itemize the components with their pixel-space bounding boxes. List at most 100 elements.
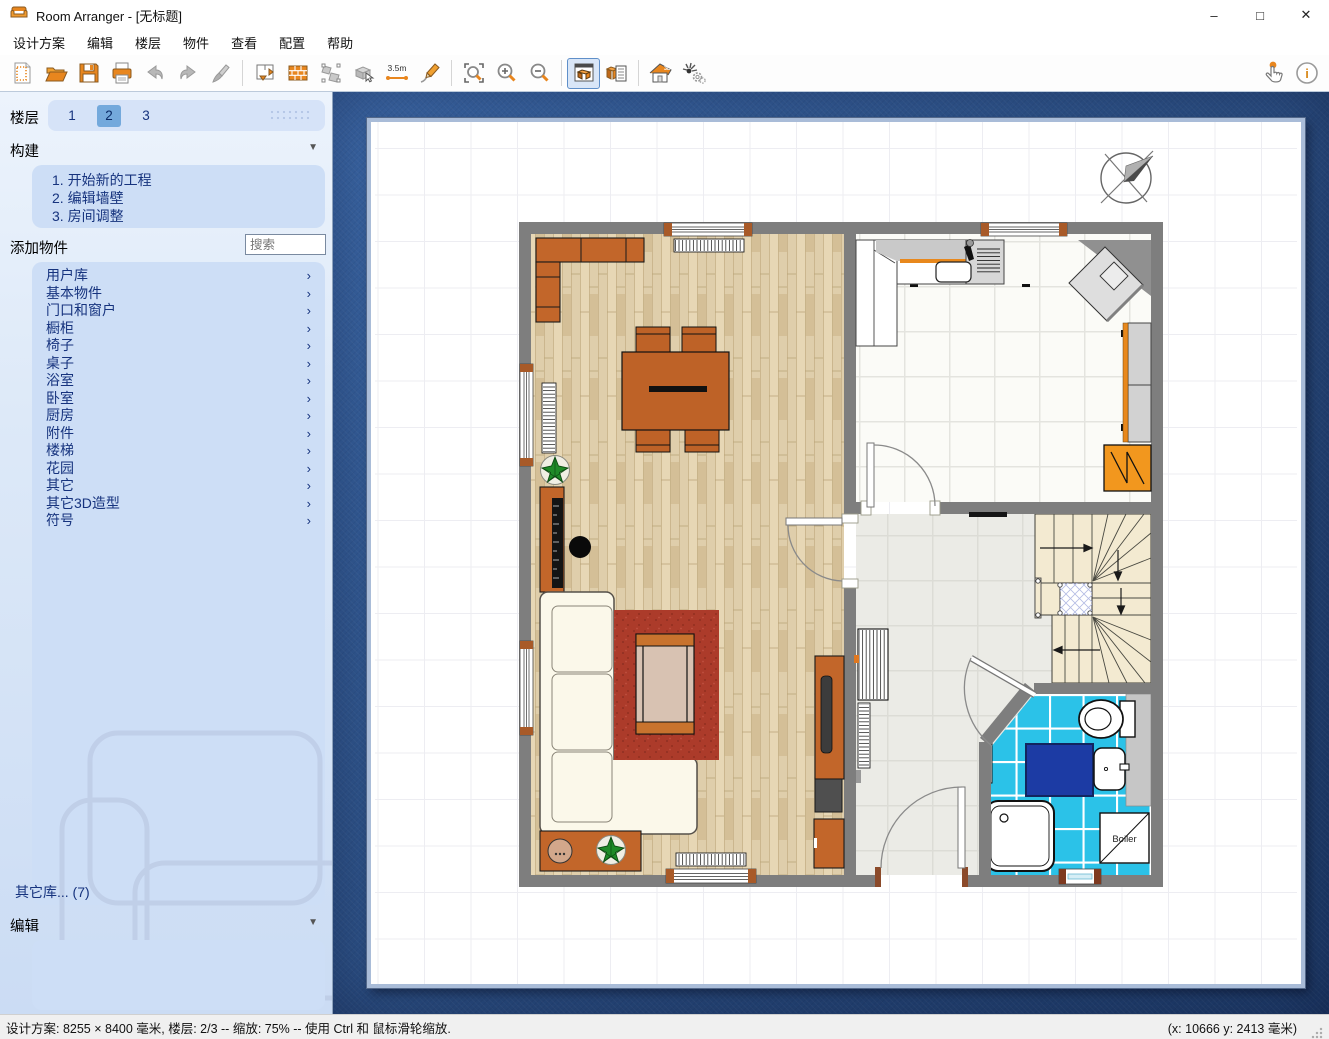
drawing-page[interactable]: Boiler (367, 118, 1305, 988)
category-doors-windows[interactable]: 门口和窗户› (32, 302, 325, 320)
pouf[interactable] (548, 839, 572, 863)
window-bottom-living[interactable] (666, 869, 756, 883)
category-other[interactable]: 其它› (32, 477, 325, 495)
av-box[interactable] (815, 779, 842, 812)
house-3d-button[interactable]: 3D (644, 58, 677, 89)
menu-floor[interactable]: 楼层 (124, 30, 172, 55)
staircase[interactable] (1035, 514, 1151, 683)
window-top-living[interactable] (664, 223, 752, 236)
measure-button[interactable]: 3.5m (380, 58, 413, 89)
menu-view[interactable]: 查看 (220, 30, 268, 55)
wall-bathroom-top[interactable] (1034, 683, 1151, 694)
undo-button[interactable] (138, 58, 171, 89)
floor-plan: Boiler (371, 122, 1301, 984)
maximize-button[interactable]: □ (1237, 0, 1283, 30)
category-chairs[interactable]: 椅子› (32, 337, 325, 355)
object-properties-button[interactable] (600, 58, 633, 89)
resize-grip[interactable] (1311, 1027, 1323, 1039)
window-top-kitchen[interactable] (981, 223, 1067, 236)
washbasin[interactable] (1094, 748, 1129, 790)
window-left-lower[interactable] (520, 641, 533, 735)
shower-tray[interactable] (986, 801, 1054, 871)
toolbar-separator (638, 60, 639, 86)
category-other-3d-shapes[interactable]: 其它3D造型› (32, 495, 325, 513)
category-stairs[interactable]: 楼梯› (32, 442, 325, 460)
bookshelf[interactable] (540, 487, 564, 592)
stool[interactable] (569, 536, 591, 558)
window-bottom-bathroom[interactable] (1059, 869, 1101, 884)
select-objects-button[interactable] (314, 58, 347, 89)
plant-upper[interactable] (541, 456, 570, 485)
beam-mark (969, 512, 1007, 517)
save-design-button[interactable] (72, 58, 105, 89)
radiator-top[interactable] (674, 239, 744, 252)
build-step-new-project[interactable]: 1. 开始新的工程 (52, 171, 325, 189)
menu-design[interactable]: 设计方案 (2, 30, 76, 55)
zoom-out-button[interactable] (523, 58, 556, 89)
redo-button[interactable] (171, 58, 204, 89)
floor-tab-2[interactable]: 2 (97, 105, 121, 127)
search-input[interactable] (245, 234, 326, 255)
draw-button[interactable] (413, 58, 446, 89)
category-tables[interactable]: 桌子› (32, 355, 325, 373)
collapse-build-icon[interactable]: ▼ (308, 142, 318, 153)
brick-wall-icon (286, 61, 310, 85)
edit-walls-button[interactable] (248, 58, 281, 89)
category-accessories[interactable]: 附件› (32, 425, 325, 443)
other-libraries-link[interactable]: 其它库... (7) (15, 882, 90, 902)
kitchen-right-cabinets[interactable] (1123, 323, 1151, 442)
bathtub[interactable] (1026, 744, 1093, 796)
menu-help[interactable]: 帮助 (316, 30, 364, 55)
wall-right[interactable] (1151, 222, 1163, 887)
effects-button[interactable] (677, 58, 710, 89)
fridge[interactable] (1104, 445, 1151, 491)
category-symbols[interactable]: 符号› (32, 512, 325, 530)
toilet[interactable] (1079, 700, 1135, 738)
save-floppy-icon (77, 61, 101, 85)
wall-bathroom-left[interactable] (979, 742, 991, 875)
window-left-upper[interactable] (520, 364, 533, 466)
wall-living-hall[interactable] (844, 585, 856, 875)
zoom-all-button[interactable] (457, 58, 490, 89)
zoom-in-button[interactable] (490, 58, 523, 89)
menu-options[interactable]: 配置 (268, 30, 316, 55)
menu-edit[interactable]: 编辑 (76, 30, 124, 55)
category-bedroom[interactable]: 卧室› (32, 390, 325, 408)
wall-left[interactable] (519, 222, 531, 887)
minimize-button[interactable]: – (1191, 0, 1237, 30)
category-basic-objects[interactable]: 基本物件› (32, 285, 325, 303)
wall-tool-button[interactable] (281, 58, 314, 89)
radiator-hallway[interactable] (854, 629, 888, 700)
print-button[interactable] (105, 58, 138, 89)
wall-kitchen-hall[interactable] (934, 502, 1151, 514)
build-step-adjust-rooms[interactable]: 3. 房间调整 (52, 207, 325, 225)
tv-cabinet[interactable] (814, 656, 844, 868)
floor-tab-3[interactable]: 3 (134, 105, 158, 127)
menu-object[interactable]: 物件 (172, 30, 220, 55)
collapse-edit-icon[interactable]: ▼ (308, 917, 318, 928)
format-painter-button[interactable] (204, 58, 237, 89)
category-bathroom[interactable]: 浴室› (32, 372, 325, 390)
radiator-bottom[interactable] (676, 853, 746, 866)
view-3d-button[interactable] (567, 58, 600, 89)
category-cabinets[interactable]: 橱柜› (32, 320, 325, 338)
pointer-mode-button[interactable] (1257, 57, 1290, 88)
build-step-edit-walls[interactable]: 2. 编辑墙壁 (52, 189, 325, 207)
plant-lower[interactable] (597, 836, 626, 865)
about-info-button[interactable]: i (1290, 57, 1323, 88)
category-garden[interactable]: 花园› (32, 460, 325, 478)
workspace[interactable]: Boiler (333, 92, 1329, 1014)
category-kitchen[interactable]: 厨房› (32, 407, 325, 425)
boiler[interactable]: Boiler (1100, 813, 1149, 863)
coffee-table[interactable] (636, 634, 694, 734)
floor-tab-1[interactable]: 1 (60, 105, 84, 127)
close-button[interactable]: ✕ (1283, 0, 1329, 30)
new-design-button[interactable] (6, 58, 39, 89)
floors-drag-handle[interactable] (269, 109, 311, 123)
category-user-library[interactable]: 用户库› (32, 267, 325, 285)
wall-living-kitchen[interactable] (844, 234, 856, 517)
move-objects-button[interactable] (347, 58, 380, 89)
open-design-button[interactable] (39, 58, 72, 89)
radiator-left[interactable] (542, 383, 556, 453)
lower-cabinet[interactable] (814, 819, 844, 868)
